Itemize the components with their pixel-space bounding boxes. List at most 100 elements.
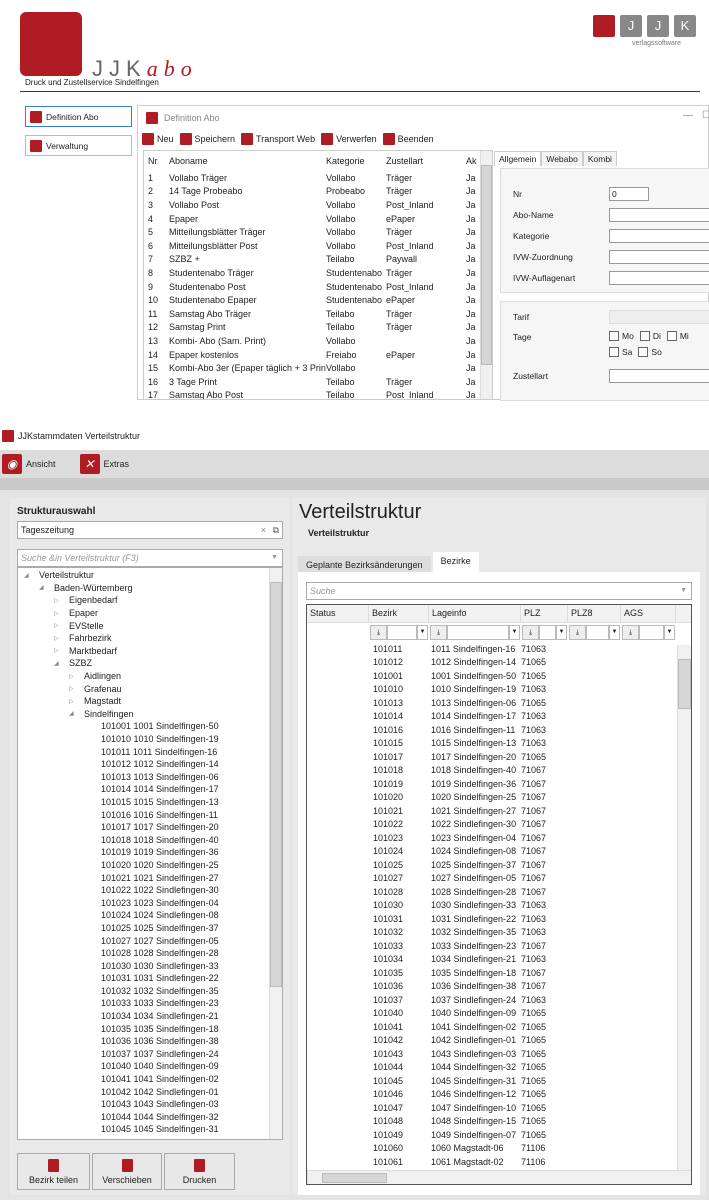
bezirk-row[interactable]: 101032 1032 Sindelfingen-35 71063 [307, 926, 691, 940]
collapsed-arrow-icon[interactable]: ▷ [54, 647, 64, 654]
tree-leaf[interactable]: 101030 1030 Sindlefingen-33 [18, 959, 282, 972]
filter-icon[interactable]: ⤓ [430, 625, 447, 640]
clear-icon[interactable]: × [261, 522, 266, 538]
scrollbar-thumb[interactable] [270, 582, 282, 987]
bezirk-row[interactable]: 101049 1049 Sindelfingen-07 71065 [307, 1128, 691, 1142]
tab-webabo[interactable]: Webabo [541, 151, 583, 166]
bezirk-row[interactable]: 101060 1060 Magstadt-06 71106 [307, 1142, 691, 1156]
grid-horizontal-scrollbar[interactable] [307, 1170, 691, 1184]
tab-bezirke[interactable]: Bezirke [432, 552, 479, 574]
tree-leaf[interactable]: 101031 1031 Sindlefingen-22 [18, 972, 282, 985]
bezirk-row[interactable]: 101015 1015 Sindelfingen-13 71063 [307, 737, 691, 751]
maximize-button[interactable]: ☐ [702, 110, 709, 121]
col-aboname[interactable]: Aboname [166, 156, 326, 166]
zustellart-field[interactable] [609, 369, 709, 383]
abo-row[interactable]: 8 Studentenabo Träger Studentenabo Träger Ja [144, 266, 492, 280]
col-plz[interactable]: PLZ [521, 605, 568, 622]
filter-input[interactable] [447, 625, 509, 640]
collapsed-arrow-icon[interactable]: ▷ [69, 698, 79, 705]
bezirk-row[interactable]: 101031 1031 Sindlefingen-22 71063 [307, 912, 691, 926]
abo-row[interactable]: 1 Vollabo Träger Vollabo Träger Ja [144, 171, 492, 185]
bezirk-row[interactable]: 101001 1001 Sindelfingen-50 71065 [307, 669, 691, 683]
tree-leaf[interactable]: 101013 1013 Sindelfingen-06 [18, 771, 282, 784]
column-filter[interactable]: ⤓ ▼ [429, 625, 521, 640]
chevron-down-icon[interactable]: ▼ [680, 583, 687, 599]
verschieben-button[interactable]: Verschieben [92, 1153, 162, 1190]
scrollbar-thumb[interactable] [481, 165, 492, 365]
filter-icon[interactable]: ⤓ [370, 625, 387, 640]
bezirk-row[interactable]: 101035 1035 Sindelfingen-18 71067 [307, 966, 691, 980]
filter-input[interactable] [586, 625, 609, 640]
tree-leaf[interactable]: 101021 1021 Sindelfingen-27 [18, 871, 282, 884]
collapsed-arrow-icon[interactable]: ▷ [69, 685, 79, 692]
bezirk-row[interactable]: 101019 1019 Sindelfingen-36 71067 [307, 777, 691, 791]
abo-row[interactable]: 5 Mitteilungsblätter Träger Vollabo Träger J… [144, 225, 492, 239]
tree-leaf[interactable]: 101020 1020 Sindelfingen-25 [18, 859, 282, 872]
bezirk-row[interactable]: 101025 1025 Sindelfingen-37 71067 [307, 858, 691, 872]
tree-node[interactable]: ◢ Baden-Würtemberg [18, 582, 282, 595]
abo-row[interactable]: 3 Vollabo Post Vollabo Post_Inland Ja [144, 198, 492, 212]
bezirk-row[interactable]: 101018 1018 Sindelfingen-40 71067 [307, 764, 691, 778]
bezirk-row[interactable]: 101027 1027 Sindelfingen-05 71067 [307, 872, 691, 886]
scrollbar-thumb[interactable] [322, 1173, 387, 1183]
tree-leaf[interactable]: 101027 1027 Sindelfingen-05 [18, 934, 282, 947]
bezirk-row[interactable]: 101036 1036 Sindelfingen-38 71067 [307, 980, 691, 994]
ivw-auflagenart-field[interactable] [609, 271, 709, 285]
collapsed-arrow-icon[interactable]: ▷ [54, 622, 64, 629]
popup-icon[interactable]: ⧉ [273, 522, 279, 538]
abo-row[interactable]: 11 Samstag Abo Träger Teilabo Träger Ja [144, 307, 492, 321]
bezirk-row[interactable]: 101037 1037 Sindlefingen-24 71063 [307, 993, 691, 1007]
new-button[interactable]: Neu [142, 133, 174, 145]
column-filter[interactable]: ⤓ ▼ [521, 625, 568, 640]
chevron-down-icon[interactable]: ▼ [509, 625, 520, 640]
tree-leaf[interactable]: 101017 1017 Sindelfingen-20 [18, 821, 282, 834]
col-bezirk[interactable]: Bezirk [369, 605, 429, 622]
tree-leaf[interactable]: 101014 1014 Sindelfingen-17 [18, 783, 282, 796]
filter-input[interactable] [639, 625, 664, 640]
tree-leaf[interactable]: 101040 1040 Sindelfingen-09 [18, 1060, 282, 1073]
bezirk-row[interactable]: 101023 1023 Sindelfingen-04 71067 [307, 831, 691, 845]
nav-verwaltung[interactable]: Verwaltung [25, 135, 132, 156]
expanded-arrow-icon[interactable]: ◢ [39, 584, 49, 591]
tree-leaf[interactable]: 101018 1018 Sindelfingen-40 [18, 833, 282, 846]
bezirk-teilen-button[interactable]: Bezirk teilen [17, 1153, 90, 1190]
checkbox-mi[interactable]: Mi [666, 331, 689, 341]
grid-vertical-scrollbar[interactable] [677, 645, 691, 1171]
bezirk-row[interactable]: 101046 1046 Sindelfingen-12 71065 [307, 1088, 691, 1102]
tree-node[interactable]: ◢ Verteilstruktur [18, 569, 282, 582]
tree-leaf[interactable]: 101041 1041 Sindelfingen-02 [18, 1073, 282, 1086]
filter-icon[interactable]: ⤓ [569, 625, 586, 640]
bezirk-row[interactable]: 101047 1047 Sindelfingen-10 71065 [307, 1101, 691, 1115]
bezirk-row[interactable]: 101021 1021 Sindelfingen-27 71067 [307, 804, 691, 818]
tree-leaf[interactable]: 101023 1023 Sindelfingen-04 [18, 896, 282, 909]
col-zustellart[interactable]: Zustellart [386, 156, 466, 166]
bezirk-row[interactable]: 101045 1045 Sindelfingen-31 71065 [307, 1074, 691, 1088]
col-ags[interactable]: AGS [621, 605, 676, 622]
col-kategorie[interactable]: Kategorie [326, 156, 386, 166]
abo-row[interactable]: 2 14 Tage Probeabo Probeabo Träger Ja [144, 185, 492, 199]
exit-button[interactable]: Beenden [382, 133, 434, 145]
bezirke-search[interactable]: Suche ▼ [306, 582, 692, 600]
bezirk-row[interactable]: 101024 1024 Sindlefingen-08 71067 [307, 845, 691, 859]
abo-row[interactable]: 6 Mitteilungsblätter Post Vollabo Post_Inla… [144, 239, 492, 253]
abo-grid-scrollbar[interactable] [480, 151, 492, 399]
abo-row[interactable]: 15 Kombi-Abo 3er (Epaper täglich + 3 Prin… [144, 361, 492, 375]
tree-leaf[interactable]: 101022 1022 Sindlefingen-30 [18, 884, 282, 897]
bezirk-row[interactable]: 101011 1011 Sindelfingen-16 71063 [307, 642, 691, 656]
col-status[interactable]: Status [307, 605, 369, 622]
bezirk-row[interactable]: 101020 1020 Sindelfingen-25 71067 [307, 791, 691, 805]
tree-leaf[interactable]: 101043 1043 Sindlefingen-03 [18, 1098, 282, 1111]
bezirk-row[interactable]: 101044 1044 Sindelfingen-32 71065 [307, 1061, 691, 1075]
tree-leaf[interactable]: 101001 1001 Sindelfingen-50 [18, 720, 282, 733]
bezirk-row[interactable]: 101033 1033 Sindelfingen-23 71067 [307, 939, 691, 953]
expanded-arrow-icon[interactable]: ◢ [69, 710, 79, 717]
abo-row[interactable]: 16 3 Tage Print Teilabo Träger Ja [144, 375, 492, 389]
nr-field[interactable]: 0 [609, 187, 649, 201]
checkbox-so[interactable]: So [638, 347, 662, 357]
nav-definition-abo[interactable]: Definition Abo [25, 106, 132, 127]
bezirk-row[interactable]: 101012 1012 Sindelfingen-14 71065 [307, 656, 691, 670]
bezirk-row[interactable]: 101030 1030 Sindlefingen-33 71063 [307, 899, 691, 913]
tree-scrollbar[interactable] [269, 568, 282, 1139]
chevron-down-icon[interactable]: ▼ [556, 625, 567, 640]
tree-leaf[interactable]: 101045 1045 Sindelfingen-31 [18, 1123, 282, 1136]
